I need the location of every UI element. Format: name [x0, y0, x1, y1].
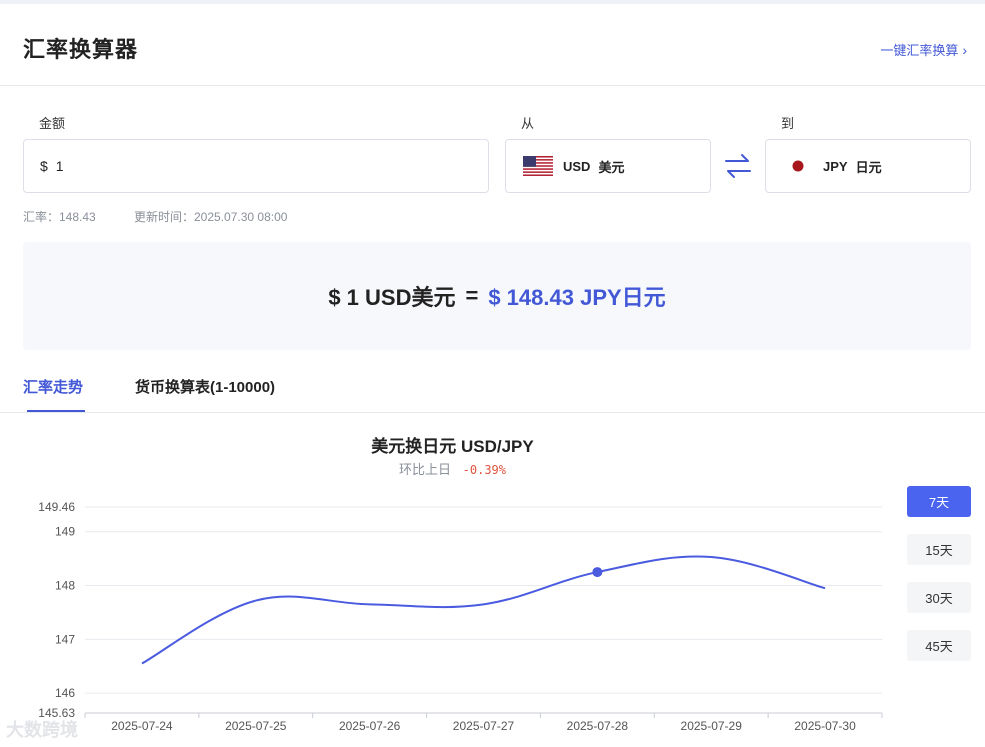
- y-tick-label: 149.46: [38, 500, 75, 514]
- watermark: 大数跨境: [6, 720, 78, 740]
- result-target: $ 148.43 JPY日元: [488, 285, 666, 310]
- x-tick-label: 2025-07-30: [794, 719, 856, 733]
- range-7d-button[interactable]: 7天: [907, 486, 971, 517]
- amount-value: 1: [55, 158, 64, 174]
- y-axis-ticks: 145.63146147148149149.46: [38, 500, 75, 720]
- rate-text: 汇率：148.43: [23, 210, 96, 224]
- from-label: 从: [521, 116, 535, 131]
- y-tick-label: 148: [55, 579, 75, 593]
- to-label: 到: [781, 116, 795, 131]
- x-tick-label: 2025-07-27: [453, 719, 515, 733]
- to-currency-name: 日元: [855, 159, 882, 175]
- swap-currencies-icon[interactable]: [723, 152, 753, 180]
- tab-rate-trend[interactable]: 汇率走势: [23, 376, 86, 412]
- amount-label: 金额: [39, 116, 66, 131]
- result-equals: =: [465, 283, 479, 308]
- jp-flag-icon: [783, 156, 813, 176]
- x-tick-label: 2025-07-25: [225, 719, 287, 733]
- tab-conversion-table[interactable]: 货币换算表(1-10000): [135, 376, 275, 397]
- chart-grid: [85, 506, 882, 714]
- chart-compare: 环比上日 -0.39%: [0, 459, 905, 478]
- range-30d-button[interactable]: 30天: [907, 582, 971, 613]
- chevron-right-icon: ›: [962, 41, 967, 58]
- from-currency-name: 美元: [598, 159, 625, 175]
- chart-title: 美元换日元 USD/JPY: [371, 437, 534, 456]
- y-tick-label: 146: [55, 686, 75, 700]
- from-currency-code: USD: [563, 158, 591, 174]
- x-tick-label: 2025-07-26: [339, 719, 401, 733]
- conversion-result: $ 1 USD美元 = $ 148.43 JPY日元: [23, 242, 971, 350]
- to-currency-select[interactable]: JPY 日元: [765, 139, 971, 193]
- series-line: [141, 555, 826, 665]
- highlight-points: [592, 567, 603, 578]
- from-currency-select[interactable]: USD 美元: [505, 139, 711, 193]
- oneclick-convert-link[interactable]: 一键汇率换算 ›: [880, 40, 967, 59]
- tab-bar: 汇率走势 货币换算表(1-10000): [0, 360, 985, 413]
- y-tick-label: 147: [55, 632, 75, 646]
- compare-value: -0.39%: [462, 463, 506, 477]
- result-source: $ 1 USD美元: [328, 285, 456, 310]
- range-15d-button[interactable]: 15天: [907, 534, 971, 565]
- x-tick-label: 2025-07-28: [567, 719, 629, 733]
- to-currency-code: JPY: [823, 158, 848, 174]
- amount-currency-symbol: $: [40, 158, 48, 174]
- oneclick-label: 一键汇率换算: [880, 43, 959, 58]
- amount-input[interactable]: $ 1: [23, 139, 489, 193]
- page-title: 汇率换算器: [23, 37, 139, 62]
- x-axis-ticks: 2025-07-24 2025-07-25 2025-07-26 2025-07-27…: [84, 713, 883, 733]
- data-point[interactable]: [592, 567, 603, 578]
- us-flag-icon: [523, 156, 553, 176]
- compare-label: 环比上日: [399, 462, 452, 477]
- x-tick-label: 2025-07-29: [681, 719, 743, 733]
- updated-time-text: 更新时间：2025.07.30 08:00: [134, 210, 288, 224]
- y-tick-label: 149: [55, 525, 75, 539]
- range-45d-button[interactable]: 45天: [907, 630, 971, 661]
- header: 汇率换算器 一键汇率换算 ›: [0, 4, 985, 86]
- rate-trend-chart: 145.63146147148149149.46 2025-07-24 2025-…: [38, 500, 883, 733]
- x-tick-label: 2025-07-24: [111, 719, 173, 733]
